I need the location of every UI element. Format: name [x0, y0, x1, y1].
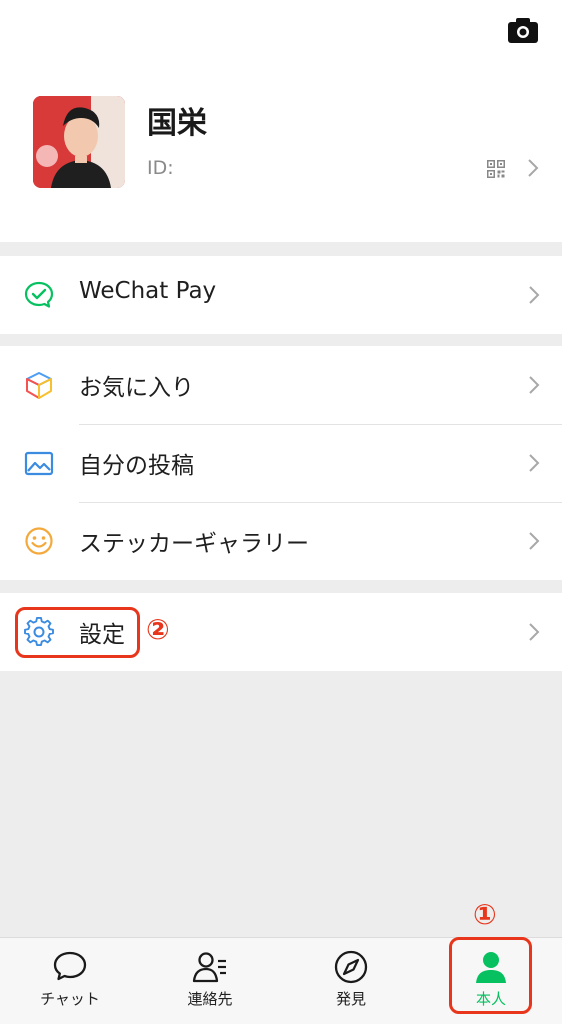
tab-discover[interactable]: 発見 [281, 938, 421, 1024]
compass-icon [334, 950, 368, 984]
menu-item-label: WeChat Pay [79, 278, 217, 304]
profile-header[interactable]: 国栄 ID: [0, 0, 562, 242]
avatar-photo [33, 96, 125, 188]
menu-item-label: お気に入り [79, 375, 194, 401]
menu-item-label: 自分の投稿 [79, 453, 194, 479]
tab-contacts[interactable]: 連絡先 [140, 938, 280, 1024]
profile-name: 国栄 [147, 106, 207, 141]
step-1-marker: ① [473, 898, 497, 931]
me-tab-callout-box [449, 937, 532, 1014]
favorites-cube-icon [26, 372, 52, 399]
contacts-icon [192, 952, 226, 983]
menu-item-favorites[interactable]: お気に入り [0, 346, 562, 424]
menu-item-my-posts[interactable]: 自分の投稿 [0, 424, 562, 502]
chevron-right-icon [528, 159, 539, 177]
menu-item-sticker-gallery[interactable]: ステッカーギャラリー [0, 502, 562, 580]
smiley-icon [25, 527, 53, 555]
content-section: お気に入り 自分の投稿 ステッカーギャラリー [0, 346, 562, 580]
step-2-marker: ② [146, 613, 170, 646]
pay-section: WeChat Pay [0, 256, 562, 334]
chevron-right-icon [529, 376, 540, 394]
profile-id-label: ID: [147, 157, 174, 179]
chevron-right-icon [529, 532, 540, 550]
wechat-pay-icon [24, 281, 54, 308]
tab-label: 連絡先 [187, 990, 233, 1008]
avatar[interactable] [33, 96, 125, 188]
settings-callout-box [15, 607, 140, 658]
camera-icon[interactable] [506, 15, 540, 45]
chevron-right-icon [529, 454, 540, 472]
tab-label: チャット [40, 990, 100, 1008]
chat-bubble-icon [53, 951, 87, 981]
menu-item-label: ステッカーギャラリー [79, 531, 309, 557]
tab-chat[interactable]: チャット [0, 938, 140, 1024]
chevron-right-icon [529, 286, 540, 304]
photo-album-icon [24, 451, 54, 476]
tab-label: 発見 [335, 990, 366, 1008]
chevron-right-icon [529, 623, 540, 641]
qr-code-icon[interactable] [487, 160, 505, 178]
menu-item-wechat-pay[interactable]: WeChat Pay [0, 256, 562, 334]
